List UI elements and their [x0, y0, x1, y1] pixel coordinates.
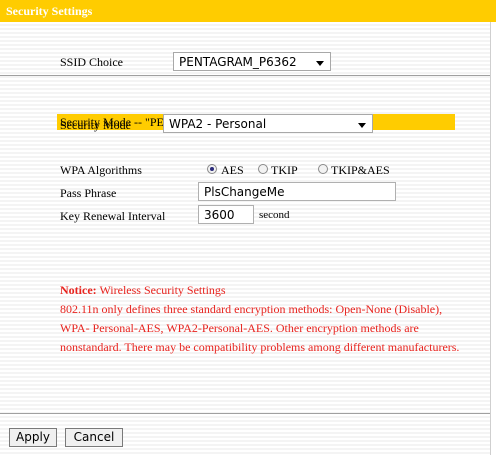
wpa-algorithms-label: WPA Algorithms — [60, 163, 142, 177]
notice-title: Wireless Security Settings — [96, 283, 226, 297]
ssid-choice-value: PENTAGRAM_P6362 — [179, 55, 297, 69]
key-renewal-value: 3600 — [204, 208, 235, 222]
pass-phrase-label: Pass Phrase — [60, 186, 117, 200]
cancel-button[interactable]: Cancel — [65, 428, 123, 447]
radio-tkip-aes-label: TKIP&AES — [331, 163, 390, 177]
ssid-choice-label: SSID Choice — [60, 55, 123, 69]
title-bar: Security Settings — [0, 0, 496, 22]
chevron-down-icon — [358, 123, 366, 128]
radio-aes[interactable] — [207, 164, 217, 174]
pass-phrase-input[interactable]: PlsChangeMe — [198, 182, 396, 201]
key-renewal-label: Key Renewal Interval — [60, 209, 166, 223]
settings-panel: SSID Choice PENTAGRAM_P6362 Security Mod… — [0, 22, 491, 455]
notice-heading: Notice: — [60, 283, 97, 297]
radio-tkip-label: TKIP — [271, 163, 298, 177]
key-renewal-input[interactable]: 3600 — [198, 205, 254, 224]
radio-tkip[interactable] — [258, 164, 268, 174]
notice-block: Notice: Wireless Security Settings 802.1… — [60, 281, 470, 357]
chevron-down-icon — [316, 61, 324, 66]
divider — [0, 75, 490, 76]
radio-tkip-aes[interactable] — [318, 164, 328, 174]
page-title: Security Settings — [6, 4, 93, 18]
radio-aes-label: AES — [221, 163, 244, 177]
notice-body: 802.11n only defines three standard encr… — [60, 302, 460, 354]
ssid-choice-select[interactable]: PENTAGRAM_P6362 — [173, 52, 331, 71]
security-mode-label: Security Mode — [60, 118, 131, 132]
divider — [0, 413, 490, 414]
security-mode-value: WPA2 - Personal — [169, 117, 267, 131]
security-mode-select[interactable]: WPA2 - Personal — [163, 114, 373, 133]
key-renewal-unit: second — [259, 209, 290, 221]
apply-button[interactable]: Apply — [9, 428, 57, 447]
pass-phrase-value: PlsChangeMe — [204, 185, 285, 199]
